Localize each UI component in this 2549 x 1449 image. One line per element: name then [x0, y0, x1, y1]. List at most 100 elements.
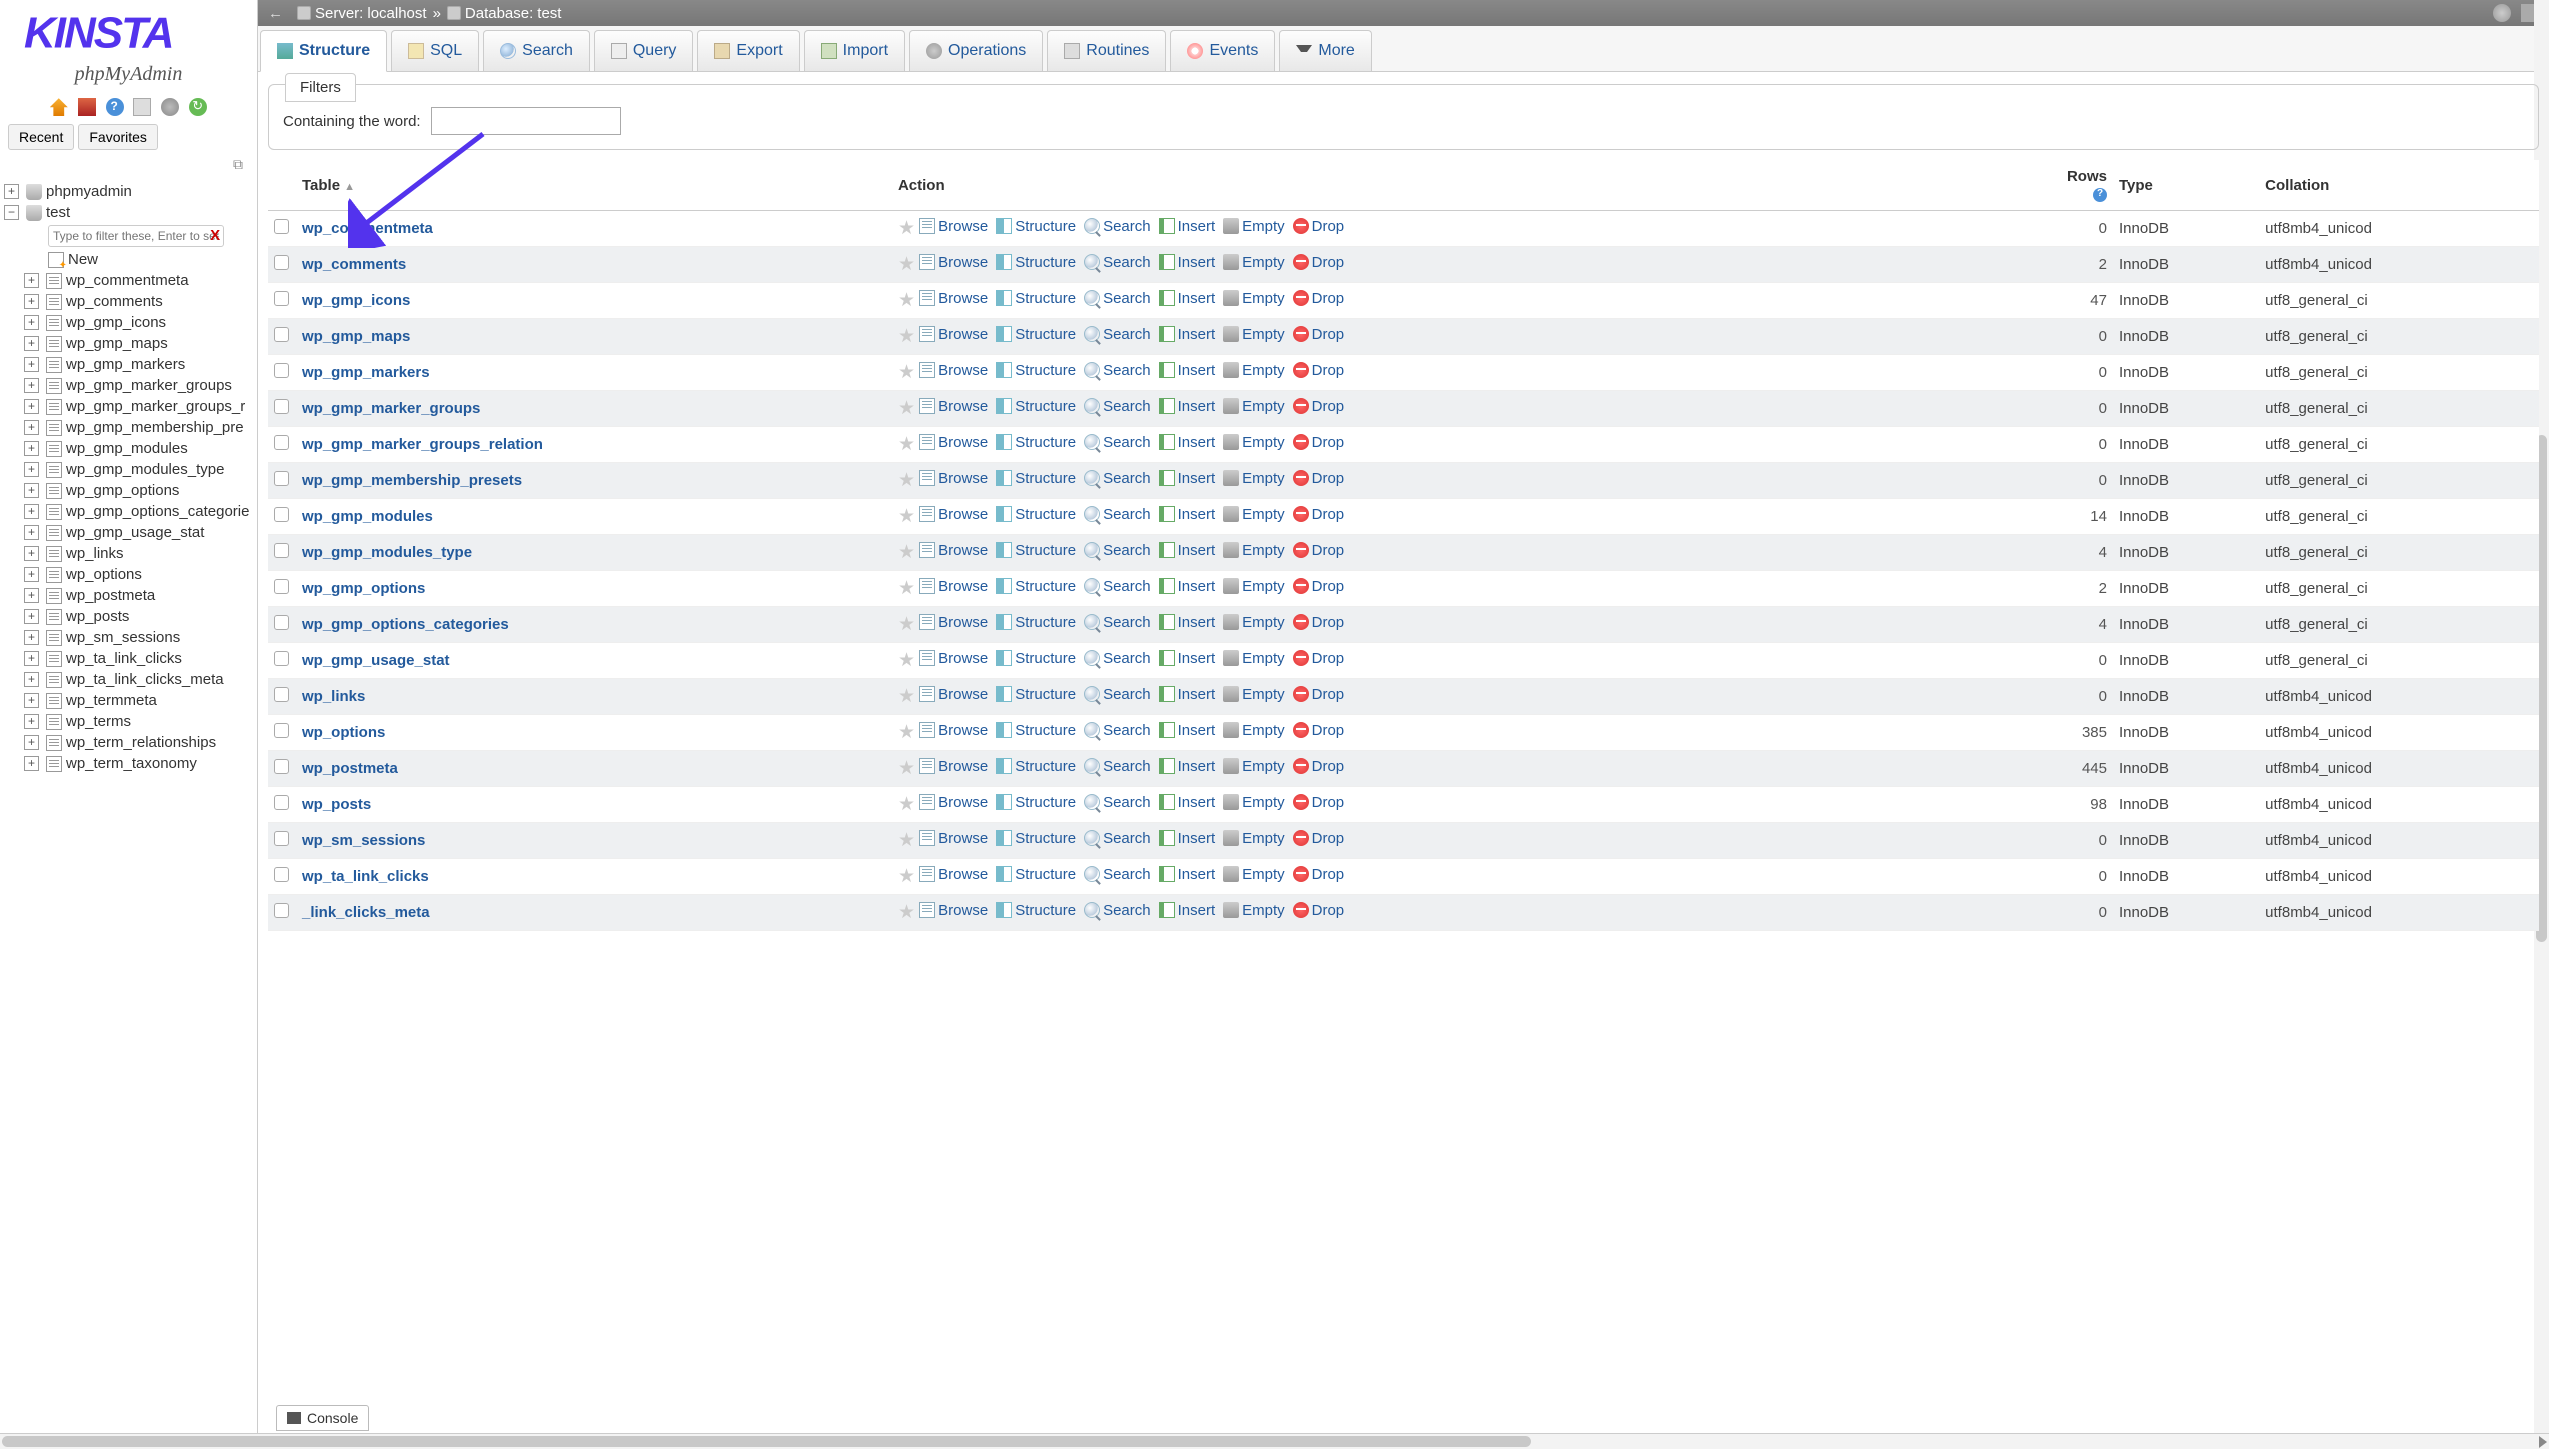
tab-more[interactable]: More [1279, 30, 1371, 71]
drop-link[interactable]: Drop [1293, 362, 1345, 379]
insert-link[interactable]: Insert [1159, 470, 1216, 487]
tree-table[interactable]: wp_gmp_icons [66, 314, 166, 331]
tree-table[interactable]: wp_gmp_membership_pre [66, 419, 244, 436]
empty-link[interactable]: Empty [1223, 254, 1285, 271]
filter-word-input[interactable] [431, 107, 621, 135]
expand-icon[interactable]: + [24, 273, 39, 288]
empty-link[interactable]: Empty [1223, 434, 1285, 451]
row-checkbox[interactable] [274, 363, 289, 378]
search-link[interactable]: Search [1084, 542, 1151, 559]
expand-icon[interactable]: + [24, 483, 39, 498]
tree-table[interactable]: wp_options [66, 566, 142, 583]
logout-icon[interactable] [78, 98, 96, 116]
empty-link[interactable]: Empty [1223, 614, 1285, 631]
insert-link[interactable]: Insert [1159, 866, 1216, 883]
drop-link[interactable]: Drop [1293, 218, 1345, 235]
table-name-link[interactable]: wp_gmp_modules [302, 508, 433, 525]
structure-link[interactable]: Structure [996, 830, 1076, 847]
tree-table[interactable]: wp_gmp_marker_groups_r [66, 398, 245, 415]
tab-events[interactable]: Events [1170, 30, 1275, 71]
drop-link[interactable]: Drop [1293, 614, 1345, 631]
row-checkbox[interactable] [274, 615, 289, 630]
tree-table[interactable]: wp_ta_link_clicks [66, 650, 182, 667]
insert-link[interactable]: Insert [1159, 830, 1216, 847]
link-icon[interactable]: ⧉ [0, 152, 257, 181]
insert-link[interactable]: Insert [1159, 686, 1216, 703]
browse-link[interactable]: Browse [919, 398, 988, 415]
drop-link[interactable]: Drop [1293, 326, 1345, 343]
recent-button[interactable]: Recent [8, 124, 74, 150]
search-link[interactable]: Search [1084, 218, 1151, 235]
row-checkbox[interactable] [274, 651, 289, 666]
favorite-star-icon[interactable]: ★ [898, 686, 915, 707]
drop-link[interactable]: Drop [1293, 254, 1345, 271]
favorite-star-icon[interactable]: ★ [898, 362, 915, 383]
home-icon[interactable] [50, 98, 68, 116]
expand-icon[interactable]: + [24, 546, 39, 561]
search-link[interactable]: Search [1084, 794, 1151, 811]
table-name-link[interactable]: wp_posts [302, 796, 371, 813]
browse-link[interactable]: Browse [919, 506, 988, 523]
favorite-star-icon[interactable]: ★ [898, 506, 915, 527]
empty-link[interactable]: Empty [1223, 218, 1285, 235]
table-name-link[interactable]: wp_postmeta [302, 760, 398, 777]
tree-table[interactable]: wp_terms [66, 713, 131, 730]
row-checkbox[interactable] [274, 327, 289, 342]
favorite-star-icon[interactable]: ★ [898, 902, 915, 923]
console-tab[interactable]: Console [276, 1405, 369, 1431]
th-type[interactable]: Type [2113, 160, 2259, 211]
empty-link[interactable]: Empty [1223, 290, 1285, 307]
browse-link[interactable]: Browse [919, 470, 988, 487]
structure-link[interactable]: Structure [996, 686, 1076, 703]
tree-table[interactable]: wp_gmp_modules_type [66, 461, 224, 478]
clear-filter-icon[interactable]: X [210, 227, 220, 244]
row-checkbox[interactable] [274, 903, 289, 918]
browse-link[interactable]: Browse [919, 830, 988, 847]
favorite-star-icon[interactable]: ★ [898, 254, 915, 275]
drop-link[interactable]: Drop [1293, 578, 1345, 595]
favorite-star-icon[interactable]: ★ [898, 650, 915, 671]
drop-link[interactable]: Drop [1293, 470, 1345, 487]
table-name-link[interactable]: wp_sm_sessions [302, 832, 425, 849]
empty-link[interactable]: Empty [1223, 578, 1285, 595]
structure-link[interactable]: Structure [996, 434, 1076, 451]
structure-link[interactable]: Structure [996, 362, 1076, 379]
empty-link[interactable]: Empty [1223, 326, 1285, 343]
drop-link[interactable]: Drop [1293, 506, 1345, 523]
empty-link[interactable]: Empty [1223, 866, 1285, 883]
empty-link[interactable]: Empty [1223, 470, 1285, 487]
table-name-link[interactable]: wp_gmp_membership_presets [302, 472, 522, 489]
expand-icon[interactable]: + [24, 399, 39, 414]
browse-link[interactable]: Browse [919, 722, 988, 739]
expand-icon[interactable]: + [24, 504, 39, 519]
tree-table[interactable]: wp_gmp_usage_stat [66, 524, 204, 541]
tree-table[interactable]: wp_gmp_markers [66, 356, 185, 373]
browse-link[interactable]: Browse [919, 614, 988, 631]
tree-table[interactable]: wp_links [66, 545, 124, 562]
table-name-link[interactable]: wp_gmp_marker_groups_relation [302, 436, 543, 453]
sql-icon[interactable] [133, 98, 151, 116]
expand-icon[interactable]: + [24, 693, 39, 708]
browse-link[interactable]: Browse [919, 254, 988, 271]
tree-table[interactable]: wp_commentmeta [66, 272, 189, 289]
tree-table[interactable]: wp_gmp_options_categorie [66, 503, 249, 520]
tree-new[interactable]: New [68, 251, 98, 268]
search-link[interactable]: Search [1084, 326, 1151, 343]
row-checkbox[interactable] [274, 831, 289, 846]
structure-link[interactable]: Structure [996, 614, 1076, 631]
browse-link[interactable]: Browse [919, 794, 988, 811]
favorite-star-icon[interactable]: ★ [898, 794, 915, 815]
expand-icon[interactable]: + [24, 630, 39, 645]
structure-link[interactable]: Structure [996, 290, 1076, 307]
empty-link[interactable]: Empty [1223, 902, 1285, 919]
expand-icon[interactable]: + [24, 378, 39, 393]
search-link[interactable]: Search [1084, 830, 1151, 847]
tree-table[interactable]: wp_gmp_maps [66, 335, 168, 352]
browse-link[interactable]: Browse [919, 866, 988, 883]
favorite-star-icon[interactable]: ★ [898, 542, 915, 563]
row-checkbox[interactable] [274, 399, 289, 414]
structure-link[interactable]: Structure [996, 506, 1076, 523]
collapse-sidebar-icon[interactable]: ← [268, 5, 283, 22]
search-link[interactable]: Search [1084, 398, 1151, 415]
browse-link[interactable]: Browse [919, 578, 988, 595]
